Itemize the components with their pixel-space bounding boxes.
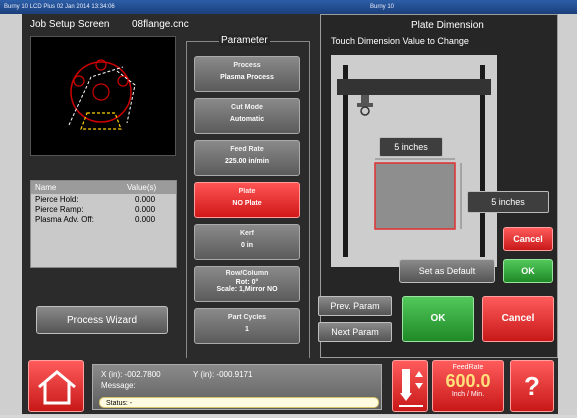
screen-frame: Burny 10 LCD Plus 02 Jan 2014 13:34:06 B… <box>0 0 577 415</box>
part-cycles-param-button[interactable]: Part Cycles 1 <box>194 308 300 344</box>
flange-shape-preview <box>68 59 136 130</box>
param-value: NO Plate <box>232 200 262 207</box>
row-value: 0.000 <box>135 205 156 214</box>
param-label: Feed Rate <box>230 146 264 153</box>
title-bar-right: Burny 10 <box>370 4 395 10</box>
home-icon <box>38 370 76 405</box>
prev-param-button[interactable]: Prev. Param <box>318 296 392 316</box>
status-panel: X (in): -002.7800 Y (in): -000.9171 Mess… <box>92 364 382 410</box>
feedrate-display[interactable]: FeedRate 600.0 Inch / Min. <box>432 360 504 412</box>
feedrate-label: FeedRate <box>452 364 484 371</box>
status-field: Status: - <box>99 397 379 408</box>
param-label: Plate <box>238 188 256 195</box>
parameter-header: Parameter <box>219 35 270 46</box>
parameter-group: Process Plasma Process Cut Mode Automati… <box>186 41 310 361</box>
file-name: 08flange.cnc <box>132 19 189 30</box>
feedrate-unit: Inch / Min. <box>451 391 485 398</box>
param-value-line2: Scale: 1,Mirror NO <box>216 286 278 293</box>
param-value: 0 in <box>240 242 254 249</box>
row-value: 0.000 <box>135 195 156 204</box>
torch-up-down-icon <box>399 369 423 407</box>
param-label: Kerf <box>239 230 254 237</box>
part-preview <box>30 36 176 156</box>
param-label: Part Cycles <box>227 314 267 321</box>
param-label: Process <box>233 62 261 69</box>
param-value: 1 <box>245 326 249 333</box>
set-as-default-button[interactable]: Set as Default <box>399 259 495 283</box>
row-name: Pierce Hold: <box>35 195 79 204</box>
process-wizard-button[interactable]: Process Wizard <box>36 306 168 334</box>
param-value: Automatic <box>229 116 265 123</box>
column-value: Value(s) <box>127 183 157 192</box>
row-name: Plasma Adv. Off: <box>35 215 94 224</box>
cancel-small-button[interactable]: Cancel <box>503 227 553 251</box>
help-icon: ? <box>524 371 540 401</box>
bottom-toolbar: X (in): -002.7800 Y (in): -000.9171 Mess… <box>22 358 558 414</box>
table-row[interactable]: Plasma Adv. Off: 0.000 <box>31 215 176 225</box>
process-param-button[interactable]: Process Plasma Process <box>194 56 300 92</box>
dialog-subtitle: Touch Dimension Value to Change <box>331 36 469 46</box>
plate-diagram-graphic <box>337 65 491 257</box>
plate-param-button[interactable]: Plate NO Plate <box>194 182 300 218</box>
param-label: Cut Mode <box>231 104 263 111</box>
param-label: Row/Column <box>225 270 269 277</box>
help-button[interactable]: ? <box>510 360 554 412</box>
row-name: Pierce Ramp: <box>35 205 84 214</box>
parameter-table: Name Value(s) Pierce Hold: 0.000 Pierce … <box>30 180 177 268</box>
title-bar-left: Burny 10 LCD Plus 02 Jan 2014 13:34:06 <box>4 4 115 10</box>
ok-button[interactable]: OK <box>402 296 474 342</box>
torch-up-down-button[interactable] <box>392 360 428 412</box>
x-position: X (in): -002.7800 <box>101 370 161 379</box>
feedrate-value: 600.0 <box>445 371 491 391</box>
column-name: Name <box>35 183 57 192</box>
ok-small-button[interactable]: OK <box>503 259 553 283</box>
kerf-param-button[interactable]: Kerf 0 in <box>194 224 300 260</box>
plate-height-button[interactable]: 5 inches <box>467 191 549 213</box>
next-param-button[interactable]: Next Param <box>318 322 392 342</box>
page-title: Job Setup Screen <box>30 19 110 30</box>
table-header: Name Value(s) <box>31 181 176 194</box>
title-bar: Burny 10 LCD Plus 02 Jan 2014 13:34:06 B… <box>0 0 577 14</box>
param-value: 225.00 in/min <box>225 158 269 165</box>
dialog-title: Plate Dimension <box>411 20 484 31</box>
plate-diagram <box>331 55 497 267</box>
row-value: 0.000 <box>135 215 156 224</box>
row-column-param-button[interactable]: Row/Column Rot: 0° Scale: 1,Mirror NO <box>194 266 300 302</box>
y-position: Y (in): -000.9171 <box>193 370 253 379</box>
message-label: Message: <box>101 381 136 390</box>
param-value: Plasma Process <box>220 74 274 81</box>
cancel-button[interactable]: Cancel <box>482 296 554 342</box>
plate-width-button[interactable]: 5 inches <box>379 137 443 157</box>
cut-mode-param-button[interactable]: Cut Mode Automatic <box>194 98 300 134</box>
table-row[interactable]: Pierce Hold: 0.000 <box>31 195 176 205</box>
home-button[interactable] <box>28 360 84 412</box>
main-panel: Job Setup Screen 08flange.cnc Name Value… <box>22 14 558 361</box>
table-row[interactable]: Pierce Ramp: 0.000 <box>31 205 176 215</box>
param-value-line1: Rot: 0° <box>235 279 259 286</box>
feed-rate-param-button[interactable]: Feed Rate 225.00 in/min <box>194 140 300 176</box>
